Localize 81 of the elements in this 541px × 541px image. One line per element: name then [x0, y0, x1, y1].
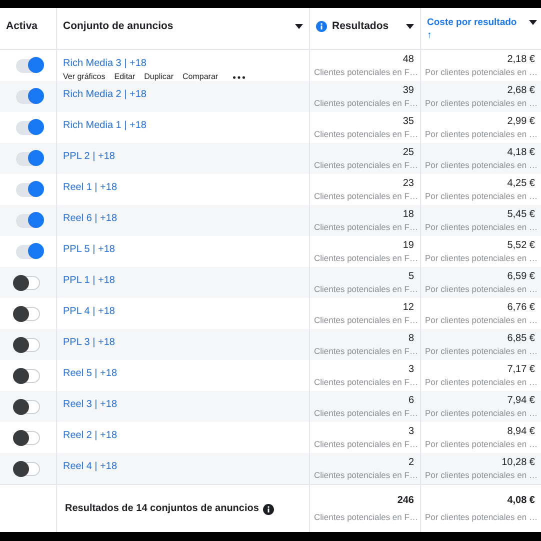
ad-set-link[interactable]: PPL 5 | +18 [63, 244, 115, 255]
row-action-link[interactable]: Editar [114, 72, 136, 82]
results-total: 246 [396, 494, 414, 507]
results-value: 19 [402, 239, 414, 252]
toggle-switch[interactable] [16, 338, 40, 352]
cost-label: Por clientes potenciales en … [425, 314, 535, 327]
cost-value: 2,99 € [506, 115, 535, 128]
ad-set-link[interactable]: Reel 2 | +18 [63, 430, 118, 441]
column-header[interactable]: Resultados [332, 20, 401, 32]
cost-label: Por clientes potenciales en … [425, 407, 535, 420]
cost-total: 4,08 € [506, 494, 535, 507]
row-action-link[interactable]: Duplicar [144, 72, 174, 82]
ad-set-link[interactable]: PPL 1 | +18 [63, 275, 115, 286]
ad-set-link[interactable]: Rich Media 3 | +18 [63, 58, 146, 69]
results-value: 5 [407, 270, 414, 283]
results-value: 39 [402, 84, 414, 97]
ad-set-link[interactable]: Reel 6 | +18 [63, 213, 118, 224]
cost-value: 8,94 € [506, 425, 535, 438]
toggle-switch[interactable] [16, 400, 40, 414]
results-value: 3 [407, 363, 414, 376]
cost-value: 5,52 € [506, 239, 535, 252]
cost-label: Por clientes potenciales en … [425, 128, 535, 141]
cost-value: 5,45 € [506, 208, 535, 221]
cost-value: 7,94 € [506, 394, 535, 407]
results-value: 3 [407, 425, 414, 438]
dropdown-caret-icon[interactable] [529, 20, 537, 25]
results-value: 12 [402, 301, 414, 314]
cost-label: Por clientes potenciales en … [425, 252, 535, 265]
more-icon[interactable] [233, 76, 246, 78]
info-icon [316, 21, 327, 32]
toggle-switch[interactable] [16, 462, 40, 476]
summary-label: Resultados de 14 conjuntos de anuncios [65, 503, 259, 514]
cost-label: Por clientes potenciales en … [425, 345, 535, 358]
toggle-switch[interactable] [16, 306, 40, 320]
ad-set-link[interactable]: Reel 4 | +18 [63, 461, 118, 472]
cost-label: Por clientes potenciales en … [425, 221, 535, 234]
ad-set-link[interactable]: PPL 3 | +18 [63, 337, 115, 348]
toggle-switch[interactable] [16, 430, 40, 444]
cost-label: Por clientes potenciales en … [425, 66, 535, 79]
cost-label: Por clientes potenciales en … [425, 159, 535, 172]
ad-set-link[interactable]: PPL 2 | +18 [63, 151, 115, 162]
results-value: 8 [407, 332, 414, 345]
toggle-switch[interactable] [16, 276, 40, 290]
ad-set-link[interactable]: Reel 3 | +18 [63, 399, 118, 410]
cost-value: 7,17 € [506, 363, 535, 376]
ad-set-link[interactable]: Rich Media 1 | +18 [63, 120, 146, 131]
cost-value: 4,18 € [506, 146, 535, 159]
dropdown-caret-icon[interactable] [295, 24, 303, 29]
results-value: 35 [402, 115, 414, 128]
ad-set-link[interactable]: Reel 5 | +18 [63, 368, 118, 379]
row-action-link[interactable]: Ver gráficos [63, 72, 106, 82]
ad-set-link[interactable]: PPL 4 | +18 [63, 306, 115, 317]
results-value: 2 [407, 456, 414, 469]
results-value: 18 [402, 208, 414, 221]
cost-label: Por clientes potenciales en … [425, 376, 535, 389]
cost-label: Por clientes potenciales en … [425, 190, 535, 203]
info-icon [262, 504, 274, 514]
cost-value: 6,76 € [506, 301, 535, 314]
results-value: 23 [402, 177, 414, 190]
ad-set-link[interactable]: Reel 1 | +18 [63, 182, 118, 193]
row-action-link[interactable]: Comparar [182, 72, 218, 82]
cost-label: Por clientes potenciales en … [425, 511, 535, 524]
column-header[interactable]: Activa [6, 20, 50, 32]
cost-value: 6,85 € [506, 332, 535, 345]
cost-label: Por clientes potenciales en … [425, 469, 535, 482]
dropdown-caret-icon[interactable] [406, 24, 414, 29]
cost-label: Por clientes potenciales en … [425, 97, 535, 110]
cost-label: Por clientes potenciales en … [425, 438, 535, 451]
cost-value: 10,28 € [500, 456, 535, 469]
results-value: 48 [402, 53, 414, 66]
toggle-switch[interactable] [16, 368, 40, 382]
results-value: 6 [407, 394, 414, 407]
cost-value: 4,25 € [506, 177, 535, 190]
column-header[interactable]: Coste por resultado ↑ [427, 16, 524, 42]
results-value: 25 [402, 146, 414, 159]
cost-value: 2,68 € [506, 84, 535, 97]
column-header[interactable]: Conjunto de anuncios [63, 20, 290, 32]
cost-value: 6,59 € [506, 270, 535, 283]
cost-value: 2,18 € [506, 53, 535, 66]
cost-label: Por clientes potenciales en … [425, 283, 535, 296]
ad-set-link[interactable]: Rich Media 2 | +18 [63, 89, 146, 100]
